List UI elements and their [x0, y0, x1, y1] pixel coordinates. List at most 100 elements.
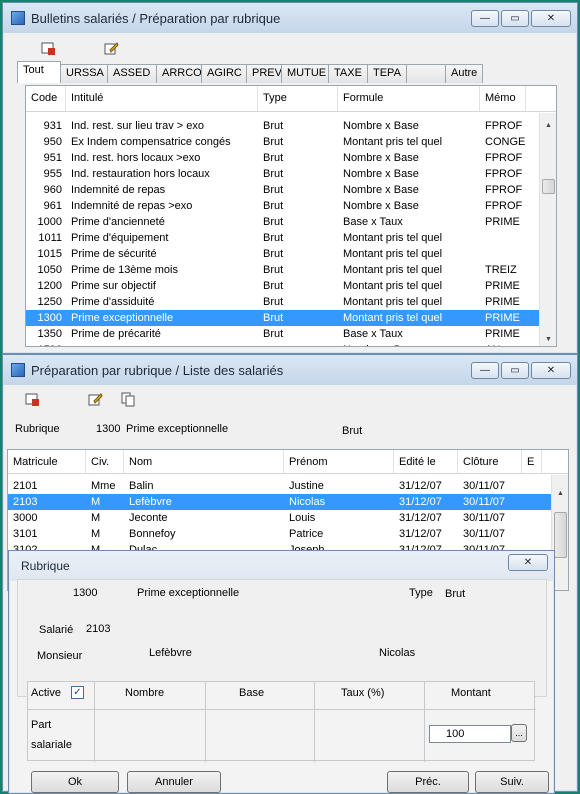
- cell-type: Brut: [263, 152, 284, 164]
- window-title: Bulletins salariés / Préparation par rub…: [31, 10, 281, 26]
- col-header-0[interactable]: Matricule: [8, 450, 86, 473]
- scroll-up-icon[interactable]: ▲: [552, 485, 568, 502]
- tab-assed[interactable]: ASSED: [107, 64, 157, 83]
- montant-input[interactable]: 100: [429, 725, 511, 743]
- montant-picker-button[interactable]: ...: [511, 724, 527, 742]
- close-button[interactable]: ✕: [531, 362, 571, 379]
- tab-mutue[interactable]: MUTUE: [281, 64, 329, 83]
- cell-civ: M: [91, 528, 101, 540]
- table-row[interactable]: 2101 Mme Balin Justine 31/12/07 30/11/07: [8, 478, 552, 494]
- cell-intitule: Prime de précarité: [71, 328, 161, 340]
- cell-cloture: 30/11/07: [463, 512, 506, 524]
- col-header-3[interactable]: Formule: [338, 86, 480, 111]
- tab-urssa[interactable]: URSSA: [60, 64, 108, 83]
- scroll-thumb[interactable]: [554, 512, 567, 558]
- scroll-down-icon[interactable]: ▼: [540, 331, 556, 346]
- table-row[interactable]: 961 Indemnité de repas >exo Brut Nombre x B…: [26, 198, 540, 214]
- table-row[interactable]: 951 Ind. rest. hors locaux >exo Brut Nombre…: [26, 150, 540, 166]
- cell-memo: FPROF: [485, 200, 523, 212]
- cell-nom: Lefèbvre: [129, 496, 172, 508]
- maximize-button[interactable]: ▭: [501, 10, 529, 27]
- close-button[interactable]: ✕: [531, 10, 571, 27]
- table-row[interactable]: 955 Ind. restauration hors locaux Brut Nomb…: [26, 166, 540, 182]
- col-header-2[interactable]: Nom: [124, 450, 284, 473]
- minimize-button[interactable]: —: [471, 10, 499, 27]
- table-row[interactable]: 1050 Prime de 13ème mois Brut Montant pris …: [26, 262, 540, 278]
- table-row[interactable]: 1350 Prime de précarité Brut Base x Taux PRI…: [26, 326, 540, 342]
- active-checkbox[interactable]: ✓: [71, 686, 84, 699]
- table-row[interactable]: 3000 M Jeconte Louis 31/12/07 30/11/07: [8, 510, 552, 526]
- tab-tepa[interactable]: TEPA: [367, 64, 407, 83]
- col-header-4[interactable]: Edité le: [394, 450, 458, 473]
- table-row[interactable]: 1015 Prime de sécurité Brut Montant pris te…: [26, 246, 540, 262]
- rubrique-list: Code Intitulé Type Formule Mémo 931 Ind. rest…: [25, 85, 557, 347]
- table-row[interactable]: 1300 Prime exceptionnelle Brut Montant pris…: [26, 310, 540, 326]
- dialog-title-bar[interactable]: Rubrique ✕: [9, 551, 554, 581]
- dialog-title: Rubrique: [21, 559, 70, 573]
- col-header-6[interactable]: E: [522, 450, 542, 473]
- close-button[interactable]: ✕: [508, 554, 548, 571]
- cell-intitule: Ex Indem compensatrice congés: [71, 136, 231, 148]
- cell-memo: TREIZ: [485, 264, 517, 276]
- cell-cloture: 30/11/07: [463, 528, 506, 540]
- scroll-thumb[interactable]: [542, 179, 555, 194]
- copy-icon[interactable]: [119, 390, 137, 408]
- edit-icon[interactable]: [102, 39, 120, 57]
- montant-value: 100: [446, 728, 465, 740]
- delete-icon[interactable]: [39, 39, 57, 57]
- tab-taxe[interactable]: TAXE: [328, 64, 368, 83]
- precedent-button[interactable]: Préc.: [387, 771, 469, 793]
- table-row[interactable]: 2103 M Lefèbvre Nicolas 31/12/07 30/11/07: [8, 494, 552, 510]
- cell-type: Brut: [263, 328, 284, 340]
- rubrique-tabs: Tout URSSA ASSED ARRCO AGIRC PREV MUTUE TAXE TEP…: [17, 61, 483, 83]
- dialog-rubrique-name: Prime exceptionnelle: [137, 587, 240, 599]
- col-header-0[interactable]: Code: [26, 86, 66, 111]
- table-row[interactable]: 1250 Prime d'assiduité Brut Montant pris te…: [26, 294, 540, 310]
- rubrique-name: Prime exceptionnelle: [126, 423, 229, 435]
- cell-type: Brut: [263, 312, 284, 324]
- table-row[interactable]: 1011 Prime d'équipement Brut Montant pris t…: [26, 230, 540, 246]
- col-base: Base: [239, 687, 265, 699]
- col-header-2[interactable]: Type: [258, 86, 338, 111]
- edit-icon[interactable]: [86, 390, 104, 408]
- cell-formule: Nombre x Base: [343, 168, 419, 180]
- cell-formule: Nombre x Base: [343, 184, 419, 196]
- cell-intitule: Prime exceptionnelle: [71, 312, 174, 324]
- cell-formule: Nombre x Base: [343, 120, 419, 132]
- table-row[interactable]: 950 Ex Indem compensatrice congés Brut Mont…: [26, 134, 540, 150]
- annuler-button[interactable]: Annuler: [127, 771, 221, 793]
- suivant-button[interactable]: Suiv.: [475, 771, 549, 793]
- list-scrollbar[interactable]: ▲ ▼: [539, 113, 556, 346]
- ok-button[interactable]: Ok: [31, 771, 119, 793]
- scroll-up-icon[interactable]: ▲: [540, 117, 556, 134]
- tab-autre[interactable]: Autre: [445, 64, 483, 83]
- cell-memo: [480, 246, 526, 262]
- delete-icon[interactable]: [23, 390, 41, 408]
- cell-type: Brut: [263, 248, 284, 260]
- table-row[interactable]: 1500 Nombre x BaseAN: [26, 342, 540, 346]
- tab-agirc[interactable]: AGIRC: [201, 64, 247, 83]
- table-row[interactable]: 960 Indemnité de repas Brut Nombre x Base FP…: [26, 182, 540, 198]
- cell-civ: M: [91, 496, 101, 508]
- tab-tout[interactable]: Tout: [17, 61, 61, 83]
- title-bar[interactable]: Préparation par rubrique / Liste des sal…: [3, 355, 577, 385]
- tab-arrco[interactable]: ARRCO: [156, 64, 202, 83]
- cell-type: [258, 342, 338, 346]
- col-header-3[interactable]: Prénom: [284, 450, 394, 473]
- table-row[interactable]: 931 Ind. rest. sur lieu trav > exo Brut Nom…: [26, 118, 540, 134]
- maximize-button[interactable]: ▭: [501, 362, 529, 379]
- tab-blank[interactable]: [406, 64, 446, 83]
- col-header-5[interactable]: Clôture: [458, 450, 522, 473]
- cell-edite: 31/12/07: [399, 496, 442, 508]
- table-row[interactable]: 1000 Prime d'ancienneté Brut Base x Taux PRI…: [26, 214, 540, 230]
- cell-memo: PRIME: [485, 328, 520, 340]
- col-header-4[interactable]: Mémo: [480, 86, 526, 111]
- table-row[interactable]: 3101 M Bonnefoy Patrice 31/12/07 30/11/07: [8, 526, 552, 542]
- minimize-button[interactable]: —: [471, 362, 499, 379]
- tab-prev[interactable]: PREV: [246, 64, 282, 83]
- col-header-1[interactable]: Civ.: [86, 450, 124, 473]
- col-header-1[interactable]: Intitulé: [66, 86, 258, 111]
- title-bar[interactable]: Bulletins salariés / Préparation par rub…: [3, 3, 577, 33]
- table-row[interactable]: 1200 Prime sur objectif Brut Montant pris t…: [26, 278, 540, 294]
- cell-edite: 31/12/07: [399, 528, 442, 540]
